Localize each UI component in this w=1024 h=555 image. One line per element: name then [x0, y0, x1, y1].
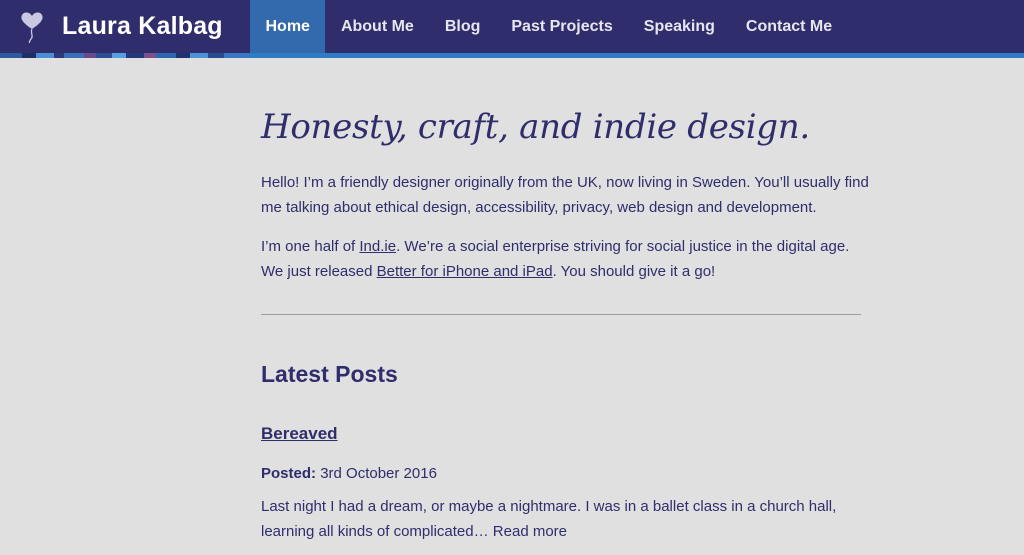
- nav-item-speaking[interactable]: Speaking: [628, 0, 730, 53]
- page-headline: Honesty, craft, and indie design.: [261, 107, 810, 147]
- heart-balloon-icon: [20, 11, 44, 43]
- read-more-link[interactable]: Read more: [493, 523, 567, 540]
- nav-item-contact-me[interactable]: Contact Me: [730, 0, 847, 53]
- latest-posts-heading: Latest Posts: [261, 361, 398, 387]
- posted-label: Posted:: [261, 465, 317, 482]
- site-header: Laura Kalbag Home About Me Blog Past Pro…: [0, 0, 1024, 58]
- main-content: Honesty, craft, and indie design. Hello!…: [261, 104, 871, 544]
- header-stripe-mosaic: [0, 53, 250, 58]
- post-item: Bereaved Posted: 3rd October 2016 Last n…: [261, 388, 871, 544]
- post-date-value: 3rd October 2016: [320, 465, 437, 482]
- post-excerpt: Last night I had a dream, or maybe a nig…: [261, 494, 871, 544]
- nav-item-blog[interactable]: Blog: [429, 0, 496, 53]
- better-app-link[interactable]: Better for iPhone and iPad: [377, 263, 553, 280]
- main-nav: Home About Me Blog Past Projects Speakin…: [250, 0, 848, 53]
- post-date: Posted: 3rd October 2016: [261, 465, 871, 482]
- site-title: Laura Kalbag: [62, 12, 223, 40]
- nav-item-about-me[interactable]: About Me: [325, 0, 429, 53]
- post-title-link[interactable]: Bereaved: [261, 424, 338, 444]
- indie-paragraph-suffix: . You should give it a go!: [552, 263, 716, 280]
- indie-paragraph-prefix: I’m one half of: [261, 238, 360, 255]
- nav-item-past-projects[interactable]: Past Projects: [496, 0, 628, 53]
- site-brand[interactable]: Laura Kalbag: [20, 0, 223, 53]
- indie-paragraph: I’m one half of Ind.ie. We’re a social e…: [261, 234, 871, 284]
- nav-item-home[interactable]: Home: [250, 0, 326, 53]
- section-divider: [261, 314, 861, 315]
- indie-link[interactable]: Ind.ie: [359, 238, 396, 255]
- intro-paragraph: Hello! I’m a friendly designer originall…: [261, 174, 869, 216]
